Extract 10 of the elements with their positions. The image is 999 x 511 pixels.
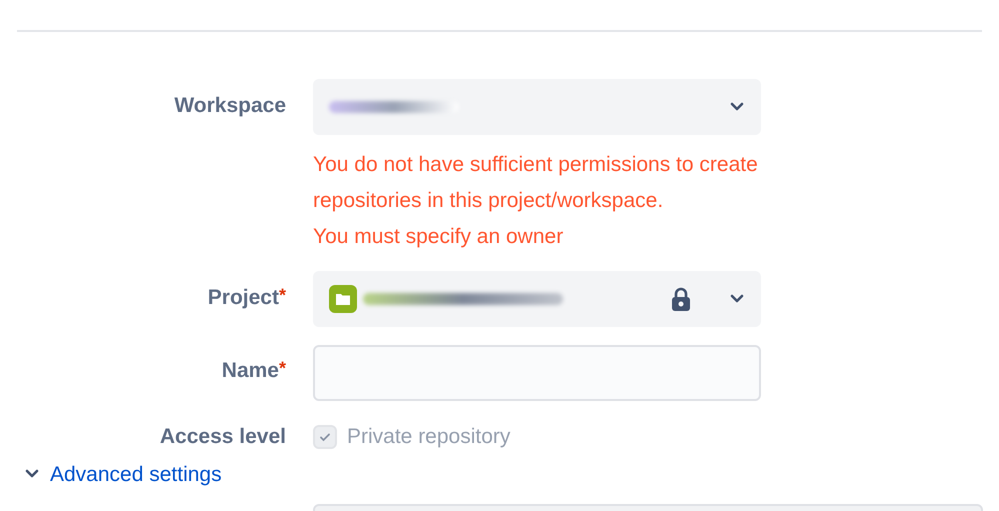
required-marker: * (278, 357, 286, 380)
field-label: Project (208, 285, 279, 311)
advanced-settings-link[interactable]: Advanced settings (50, 458, 222, 490)
checkbox-label: Private repository (347, 424, 510, 450)
field-label: Access level (158, 424, 286, 450)
required-marker: * (278, 284, 286, 305)
field-label: Name (222, 358, 279, 384)
field-label: Workspace (173, 93, 286, 119)
error-message: You do not have sufficient permissions to create repositories in this project/workspace. (313, 152, 759, 214)
error-message: You must specify an owner (313, 224, 564, 250)
